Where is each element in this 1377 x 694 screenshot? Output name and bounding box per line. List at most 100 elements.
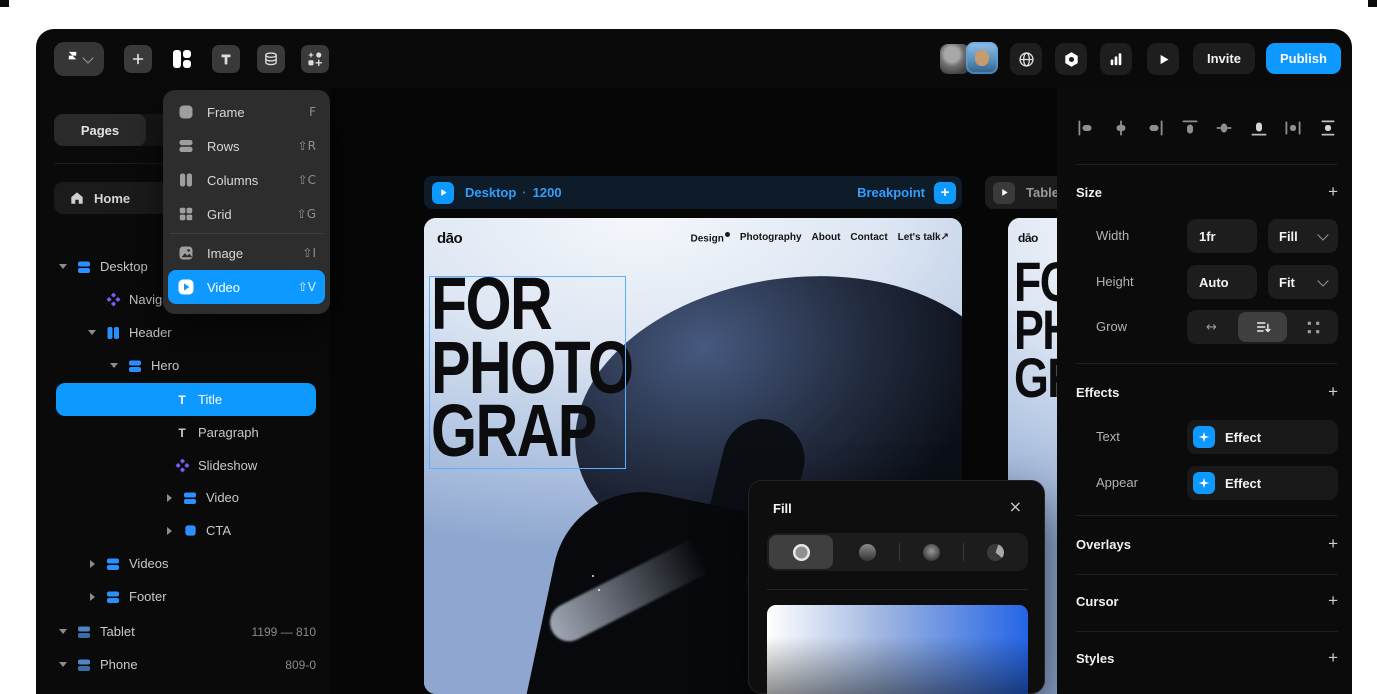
caret-down-icon[interactable] xyxy=(109,363,119,368)
breakpoint-name[interactable]: Desktop xyxy=(465,185,516,200)
breakpoint-row-tablet[interactable]: Tablet 1199 — 810 xyxy=(54,615,316,648)
layer-label: Slideshow xyxy=(198,458,257,473)
width-input[interactable]: 1fr xyxy=(1187,219,1257,253)
dust-speck xyxy=(598,589,600,591)
layer-row-cta[interactable]: CTA xyxy=(54,514,316,547)
framer-menu-button[interactable] xyxy=(54,42,104,76)
user-avatar[interactable] xyxy=(966,42,998,74)
layer-row-slideshow[interactable]: Slideshow xyxy=(54,449,316,482)
layer-row-hero[interactable]: Hero xyxy=(54,349,316,382)
selection-outline xyxy=(429,276,626,469)
site-settings-button[interactable] xyxy=(1010,43,1042,75)
menu-item-label: Image xyxy=(207,246,243,261)
menu-item-image[interactable]: Image ⇧I xyxy=(168,236,325,270)
analytics-button[interactable] xyxy=(1100,43,1132,75)
nav-link-photography[interactable]: Photography xyxy=(740,232,802,243)
height-mode-select[interactable]: Fit xyxy=(1268,265,1338,299)
fill-mode-solid[interactable] xyxy=(769,535,833,569)
breakpoint-bar-desktop[interactable]: Desktop · 1200 Breakpoint + xyxy=(424,176,962,209)
caret-down-icon[interactable] xyxy=(58,662,68,667)
insert-frame-button[interactable] xyxy=(124,45,152,73)
cms-button[interactable] xyxy=(257,45,285,73)
appear-effect-button[interactable]: Effect xyxy=(1187,466,1338,500)
add-breakpoint-button[interactable]: + xyxy=(934,182,956,204)
fill-mode-angular[interactable] xyxy=(964,533,1028,571)
layer-row-header[interactable]: Header xyxy=(54,316,316,349)
add-size-button[interactable]: + xyxy=(1328,182,1338,202)
caret-right-icon[interactable] xyxy=(87,593,97,601)
grow-text-option[interactable] xyxy=(1238,312,1287,342)
layer-label: Tablet xyxy=(100,624,135,639)
layer-row-videos[interactable]: Videos xyxy=(54,547,316,580)
caret-right-icon[interactable] xyxy=(87,560,97,568)
menu-item-rows[interactable]: Rows ⇧R xyxy=(168,129,325,163)
text-effect-button[interactable]: Effect xyxy=(1187,420,1338,454)
layer-row-footer[interactable]: Footer xyxy=(54,580,316,613)
fill-mode-linear[interactable] xyxy=(835,533,899,571)
caret-down-icon[interactable] xyxy=(87,330,97,335)
color-picker-area[interactable] xyxy=(767,605,1028,694)
play-breakpoint-icon[interactable] xyxy=(432,182,454,204)
grow-horizontal-option[interactable]: ↔ xyxy=(1187,310,1236,344)
breakpoint-bar-tablet[interactable]: Tablet xyxy=(985,176,1057,209)
layer-row-video[interactable]: Video xyxy=(54,481,316,514)
play-breakpoint-icon[interactable] xyxy=(993,182,1015,204)
grow-freeform-option[interactable] xyxy=(1289,310,1338,344)
align-bottom-icon[interactable] xyxy=(1249,118,1269,138)
breakpoint-add-label[interactable]: Breakpoint xyxy=(857,185,925,200)
layer-row-paragraph[interactable]: T Paragraph xyxy=(54,416,316,449)
breakpoint-row-phone[interactable]: Phone 809-0 xyxy=(54,648,316,681)
align-right-icon[interactable] xyxy=(1145,118,1165,138)
distribute-vertical-icon[interactable] xyxy=(1318,118,1338,138)
breakpoint-name[interactable]: Tablet xyxy=(1026,185,1057,200)
width-mode-value: Fill xyxy=(1279,229,1298,244)
width-label: Width xyxy=(1096,228,1129,243)
align-left-icon[interactable] xyxy=(1076,118,1096,138)
section-title: Effects xyxy=(1076,385,1119,400)
distribute-horizontal-icon[interactable] xyxy=(1283,118,1303,138)
section-divider xyxy=(1076,515,1338,516)
add-overlay-button[interactable]: + xyxy=(1328,534,1338,554)
close-icon[interactable]: × xyxy=(1009,497,1022,516)
nav-link-design[interactable]: Design xyxy=(691,232,730,244)
menu-item-columns[interactable]: Columns ⇧C xyxy=(168,163,325,197)
sparkle-icon xyxy=(1193,426,1215,448)
preview-button[interactable] xyxy=(1147,43,1179,75)
alignment-toolbar xyxy=(1076,118,1338,138)
page-corner-artifact xyxy=(1368,0,1377,7)
site-logo[interactable]: dāo xyxy=(437,230,462,247)
align-vertical-center-icon[interactable] xyxy=(1214,118,1234,138)
section-title: Size xyxy=(1076,185,1102,200)
align-top-icon[interactable] xyxy=(1180,118,1200,138)
canvas[interactable]: Desktop · 1200 Breakpoint + dāo xyxy=(330,88,1057,694)
layer-row-title-selected[interactable]: T Title xyxy=(56,383,316,416)
tab-pages[interactable]: Pages xyxy=(54,114,146,146)
nav-link-lets-talk[interactable]: Let's talk↗ xyxy=(898,232,949,243)
invite-button[interactable]: Invite xyxy=(1193,43,1255,74)
shapes-icon xyxy=(307,51,323,67)
nav-link-about[interactable]: About xyxy=(812,232,841,243)
text-tool-button[interactable] xyxy=(212,45,240,73)
align-horizontal-center-icon[interactable] xyxy=(1111,118,1131,138)
height-input[interactable]: Auto xyxy=(1187,265,1257,299)
nav-link-contact[interactable]: Contact xyxy=(850,232,887,243)
menu-item-grid[interactable]: Grid ⇧G xyxy=(168,197,325,231)
add-effect-button[interactable]: + xyxy=(1328,382,1338,402)
insert-layout-button[interactable] xyxy=(168,45,196,73)
add-cursor-button[interactable]: + xyxy=(1328,591,1338,611)
width-mode-select[interactable]: Fill xyxy=(1268,219,1338,253)
caret-down-icon[interactable] xyxy=(58,264,68,269)
caret-right-icon[interactable] xyxy=(164,494,174,502)
menu-item-video[interactable]: Video ⇧V xyxy=(168,270,325,304)
caret-down-icon[interactable] xyxy=(58,629,68,634)
plugins-button[interactable] xyxy=(1055,43,1087,75)
menu-shortcut: ⇧V xyxy=(298,280,316,294)
section-title: Cursor xyxy=(1076,594,1119,609)
caret-right-icon[interactable] xyxy=(164,527,174,535)
pages-tab-label: Pages xyxy=(81,123,119,138)
menu-item-frame[interactable]: Frame F xyxy=(168,95,325,129)
add-style-button[interactable]: + xyxy=(1328,648,1338,668)
publish-button[interactable]: Publish xyxy=(1266,43,1341,74)
assets-button[interactable] xyxy=(301,45,329,73)
fill-mode-radial[interactable] xyxy=(900,533,964,571)
